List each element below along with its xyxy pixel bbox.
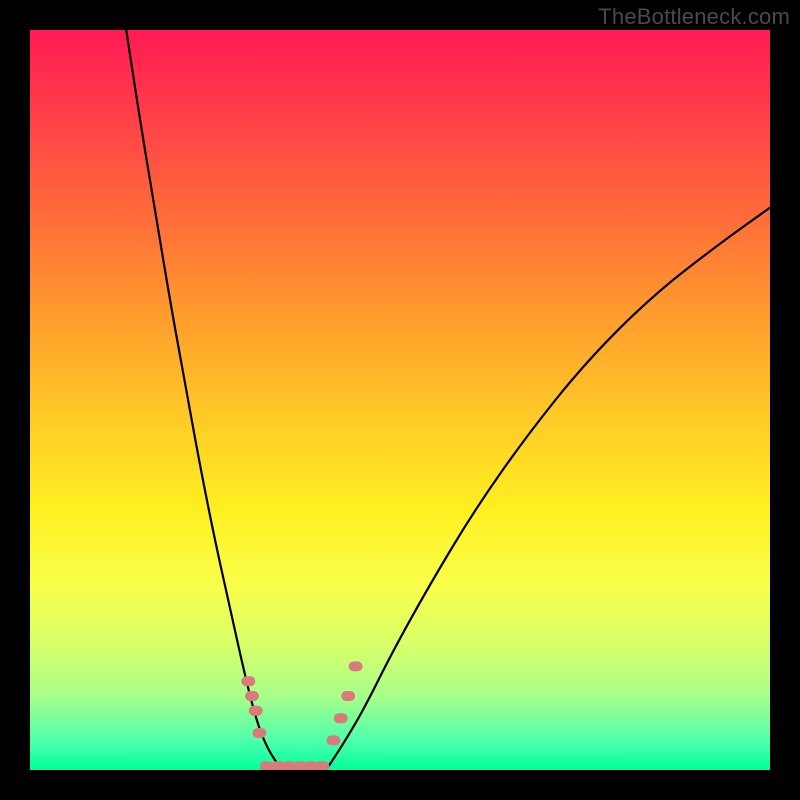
marker-left-cluster [252,728,266,738]
curve-layer [30,30,770,770]
marker-left-cluster [249,706,263,716]
chart-frame: TheBottleneck.com [0,0,800,800]
marker-right-cluster [349,661,363,671]
series-left-curve [126,30,281,770]
marker-right-cluster [341,691,355,701]
series-right-curve [326,208,770,770]
marker-left-cluster [241,676,255,686]
marker-bottom-cluster [315,761,329,770]
marker-left-cluster [245,691,259,701]
marker-right-cluster [326,735,340,745]
marker-right-cluster [334,713,348,723]
watermark-text: TheBottleneck.com [598,4,790,30]
plot-area [30,30,770,770]
